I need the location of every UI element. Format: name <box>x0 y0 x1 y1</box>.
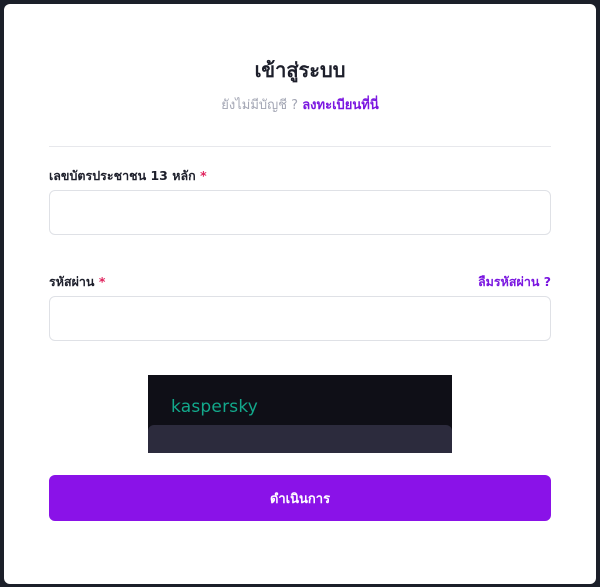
divider <box>49 146 551 147</box>
register-prompt: ยังไม่มีบัญชี ? ลงทะเบียนที่นี่ <box>4 94 596 115</box>
id-number-label-text: เลขบัตรประชาชน 13 หลัก <box>49 168 196 183</box>
id-number-label: เลขบัตรประชาชน 13 หลัก * <box>49 166 207 186</box>
required-mark: * <box>98 274 106 289</box>
page-title: เข้าสู่ระบบ <box>254 58 346 82</box>
forgot-password-link[interactable]: ลืมรหัสผ่าน ? <box>478 272 551 292</box>
kaspersky-panel <box>148 425 452 453</box>
password-label: รหัสผ่าน * <box>49 272 105 292</box>
required-mark: * <box>200 168 207 183</box>
kaspersky-widget: kaspersky <box>148 375 452 453</box>
id-number-input[interactable] <box>49 190 551 235</box>
register-prompt-text: ยังไม่มีบัญชี ? <box>221 98 303 113</box>
password-input[interactable] <box>49 296 551 341</box>
password-label-text: รหัสผ่าน <box>49 274 95 289</box>
login-card: เข้าสู่ระบบ ยังไม่มีบัญชี ? ลงทะเบียนที่… <box>4 4 596 584</box>
register-link[interactable]: ลงทะเบียนที่นี่ <box>302 98 379 113</box>
kaspersky-logo: kaspersky <box>171 397 259 417</box>
submit-button[interactable]: ดำเนินการ <box>49 475 551 521</box>
